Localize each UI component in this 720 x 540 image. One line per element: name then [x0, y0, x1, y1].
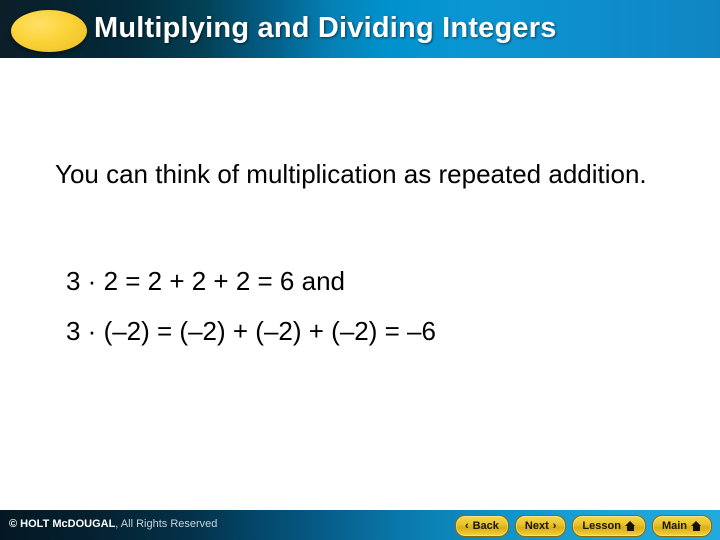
slide: Multiplying and Dividing Integers You ca… — [0, 0, 720, 540]
lead-paragraph: You can think of multiplication as repea… — [55, 159, 647, 189]
back-button-label: Back — [472, 520, 499, 532]
chevron-right-icon: › — [552, 519, 557, 532]
equation-line-1: 3 · 2 = 2 + 2 + 2 = 6 and — [66, 266, 345, 296]
copyright-brand: © HOLT McDOUGAL — [9, 518, 116, 530]
lesson-button[interactable]: Lesson — [572, 515, 646, 537]
yellow-ellipse-icon — [11, 10, 87, 52]
equation-line-2: 3 · (–2) = (–2) + (–2) + (–2) = –6 — [66, 316, 436, 346]
home-icon — [691, 521, 702, 531]
page-title: Multiplying and Dividing Integers — [94, 12, 557, 44]
copyright-notice: © HOLT McDOUGAL, All Rights Reserved — [9, 518, 217, 530]
home-icon — [624, 521, 636, 531]
back-button[interactable]: ‹ Back — [454, 515, 509, 537]
lesson-button-label: Lesson — [582, 520, 621, 532]
navigation-buttons: ‹ Back Next › Lesson Main — [454, 515, 712, 537]
chevron-left-icon: ‹ — [464, 519, 469, 532]
next-button-label: Next — [524, 520, 549, 532]
main-button-label: Main — [661, 520, 687, 532]
slide-footer: © HOLT McDOUGAL, All Rights Reserved ‹ B… — [0, 510, 720, 540]
main-button[interactable]: Main — [651, 515, 712, 537]
slide-body: You can think of multiplication as repea… — [0, 58, 720, 510]
slide-header: Multiplying and Dividing Integers — [0, 0, 720, 58]
copyright-rights: , All Rights Reserved — [115, 518, 218, 530]
next-button[interactable]: Next › — [514, 515, 567, 537]
